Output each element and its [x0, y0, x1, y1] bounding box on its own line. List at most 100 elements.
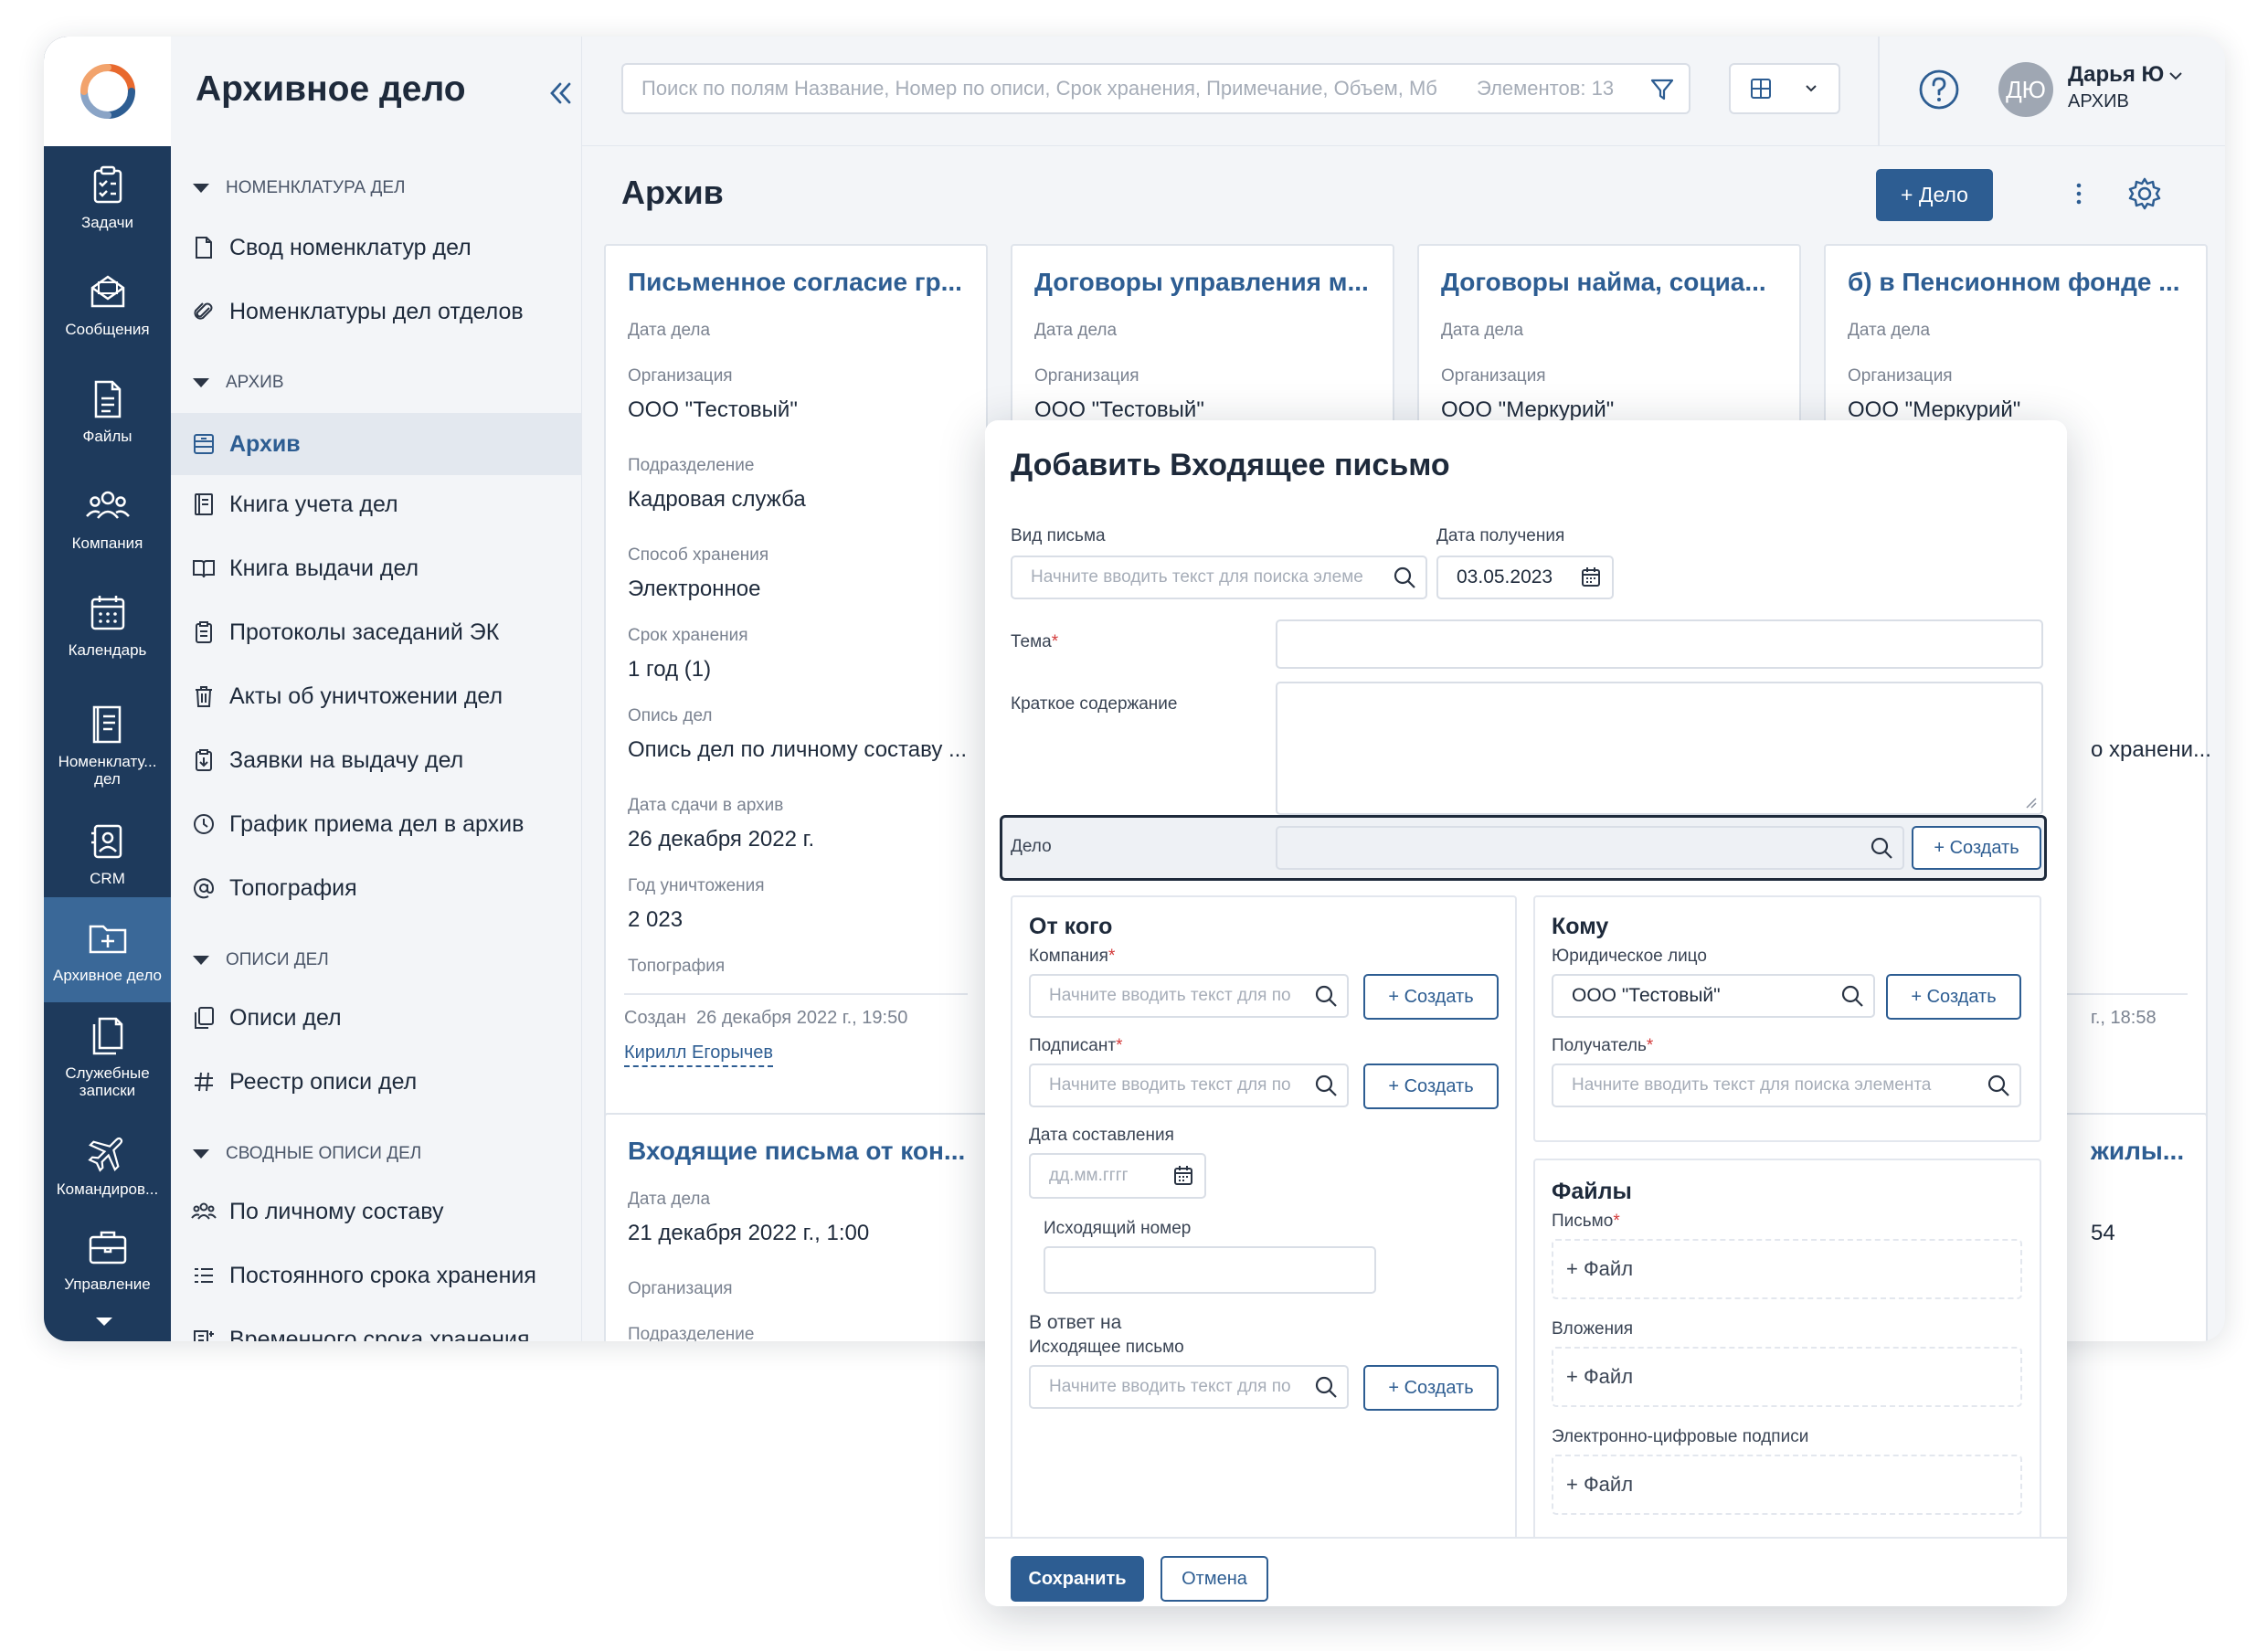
attachments-file-drop[interactable]: + Файл [1552, 1347, 2022, 1407]
search-icon [1315, 985, 1337, 1007]
sidebar-item-issue-requests[interactable]: Заявки на выдачу дел [171, 733, 581, 788]
rail-archive[interactable]: Архивное дело [44, 897, 171, 1002]
nomenclature-icon [92, 705, 121, 743]
letter-type-input[interactable]: Начните вводить текст для поиска элеме [1011, 556, 1427, 599]
sidebar-item-inventory-register[interactable]: Реестр описи дел [171, 1054, 581, 1109]
resize-handle-icon[interactable] [2025, 797, 2038, 810]
subject-input[interactable] [1276, 619, 2043, 669]
case-card[interactable]: Письменное согласие гр... Дата дела Орга… [604, 244, 988, 1125]
received-date-input[interactable]: 03.05.2023 [1436, 556, 1614, 599]
case-card-title[interactable]: Письменное согласие гр... [628, 268, 962, 297]
rail-nomenclature[interactable]: Номенклату... дел [44, 687, 171, 801]
field-value: Опись дел по личному составу ... [628, 737, 968, 762]
rail-crm[interactable]: CRM [44, 802, 171, 903]
rail-messages[interactable]: Сообщения [44, 253, 171, 354]
company-icon [85, 491, 130, 519]
archive-icon [194, 434, 214, 454]
rail-travel[interactable]: Командиров... [44, 1113, 171, 1213]
sidebar-item-personnel[interactable]: По личному составу [171, 1184, 581, 1239]
paperclip-icon [194, 302, 213, 320]
create-legal-entity-button[interactable]: + Создать [1886, 974, 2021, 1020]
signatures-file-drop[interactable]: + Файл [1552, 1455, 2022, 1515]
case-card-title[interactable]: Договоры найма, социа... [1441, 268, 1766, 297]
section-archive[interactable]: АРХИВ [193, 373, 284, 393]
dialog-footer [985, 1537, 2067, 1606]
case-input[interactable] [1276, 826, 1904, 870]
cancel-button[interactable]: Отмена [1160, 1556, 1268, 1602]
section-nomenclature[interactable]: НОМЕНКЛАТУРА ДЕЛ [193, 178, 406, 198]
outgoing-letter-input[interactable]: Начните вводить текст для по [1029, 1365, 1349, 1409]
section-case-inventories[interactable]: ОПИСИ ДЕЛ [193, 950, 329, 970]
compose-date-input[interactable]: дд.мм.гггг [1029, 1153, 1206, 1199]
sidebar-item-destruction-acts[interactable]: Акты об уничтожении дел [171, 669, 581, 724]
user-name[interactable]: Дарья Ю [2068, 62, 2164, 88]
calendar-icon [90, 595, 124, 630]
rail-memos[interactable]: Служебные записки [44, 1003, 171, 1109]
recipient-input[interactable]: Начните вводить текст для поиска элемент… [1552, 1064, 2021, 1107]
field-label: Организация [628, 1279, 733, 1298]
case-card-title[interactable]: Договоры управления м... [1034, 268, 1369, 297]
rail-tasks[interactable]: Задачи [44, 146, 171, 247]
create-case-button[interactable]: + Создать [1912, 826, 2041, 870]
topbar-divider [1878, 37, 1880, 146]
field-value: о хранени... [2091, 737, 2211, 762]
to-title: Кому [1552, 914, 1609, 939]
create-outgoing-letter-button[interactable]: + Создать [1363, 1365, 1499, 1411]
case-card-title[interactable]: б) в Пенсионном фонде ... [1848, 268, 2180, 297]
section-summary-inventories[interactable]: СВОДНЫЕ ОПИСИ ДЕЛ [193, 1144, 421, 1164]
save-button[interactable]: Сохранить [1011, 1556, 1144, 1602]
field-label: Дата дела [1441, 321, 1524, 340]
rail-label: Файлы [82, 427, 132, 445]
app-logo[interactable] [44, 37, 171, 146]
field-label: Срок хранения [628, 626, 748, 645]
sidebar-item-department-nomenclature[interactable]: Номенклатуры дел отделов [171, 284, 581, 339]
rail-company[interactable]: Компания [44, 467, 171, 567]
sidebar-item-nomenclature-summary[interactable]: Свод номенклатур дел [171, 220, 581, 275]
sidebar-item-permanent-storage[interactable]: Постоянного срока хранения [171, 1248, 581, 1303]
people-icon [191, 1202, 217, 1220]
field-value: 26 декабря 2022 г. [628, 827, 815, 852]
field-value: 2 023 [628, 907, 684, 932]
outgoing-number-input[interactable] [1044, 1246, 1376, 1294]
avatar[interactable]: ДЮ [1998, 62, 2053, 117]
case-card[interactable]: Входящие письма от кон... Дата дела 21 д… [604, 1113, 988, 1341]
sidebar-item-intake-schedule[interactable]: График приема дел в архив [171, 797, 581, 852]
add-case-button[interactable]: + Дело [1876, 169, 1993, 221]
sidebar-item-inventories[interactable]: Описи дел [171, 990, 581, 1045]
rail-calendar[interactable]: Календарь [44, 574, 171, 674]
sidebar-item-issue-book[interactable]: Книга выдачи дел [171, 541, 581, 596]
create-company-button[interactable]: + Создать [1363, 974, 1499, 1020]
sidebar-item-case-ledger[interactable]: Книга учета дел [171, 477, 581, 532]
gear-icon[interactable] [2126, 175, 2163, 212]
sidebar-item-temporary-storage[interactable]: Временного срока хранения [171, 1312, 581, 1341]
field-label: Опись дел [628, 706, 713, 725]
company-input[interactable]: Начните вводить текст для по [1029, 974, 1349, 1018]
legal-entity-label: Юридическое лицо [1552, 947, 1707, 966]
letter-file-drop[interactable]: + Файл [1552, 1239, 2022, 1299]
field-label: Дата дела [628, 321, 711, 340]
sidebar-item-topography[interactable]: Топография [171, 861, 581, 915]
chevron-down-icon[interactable] [2167, 67, 2185, 85]
help-icon[interactable] [1916, 67, 1962, 112]
grid-icon [1751, 79, 1771, 99]
filter-icon[interactable] [1648, 76, 1676, 103]
create-signer-button[interactable]: + Создать [1363, 1064, 1499, 1109]
rail-more-icon[interactable] [96, 1318, 112, 1326]
signer-input[interactable]: Начните вводить текст для по [1029, 1064, 1349, 1107]
messages-icon [90, 274, 124, 307]
more-vertical-icon[interactable] [2065, 180, 2093, 207]
case-card-title[interactable]: жилы... [2091, 1137, 2184, 1166]
sidebar-item-ek-protocols[interactable]: Протоколы заседаний ЭК [171, 605, 581, 660]
view-mode-select[interactable] [1729, 63, 1840, 114]
summary-textarea[interactable] [1276, 682, 2043, 815]
rail-management[interactable]: Управление [44, 1208, 171, 1308]
author-link[interactable]: Кирилл Егорычев [624, 1042, 773, 1067]
legal-entity-input[interactable]: ООО "Тестовый" [1552, 974, 1875, 1018]
signer-label: Подписант* [1029, 1036, 1123, 1055]
rail-files[interactable]: Файлы [44, 360, 171, 460]
sidebar-item-archive[interactable]: Архив [171, 413, 581, 475]
app-rail: Задачи Сообщения Файлы Компания Календар… [44, 37, 171, 1341]
case-card-title[interactable]: Входящие письма от кон... [628, 1137, 965, 1166]
collapse-sidebar-icon[interactable] [544, 77, 577, 110]
search-input[interactable]: Поиск по полям Название, Номер по описи,… [621, 63, 1690, 114]
